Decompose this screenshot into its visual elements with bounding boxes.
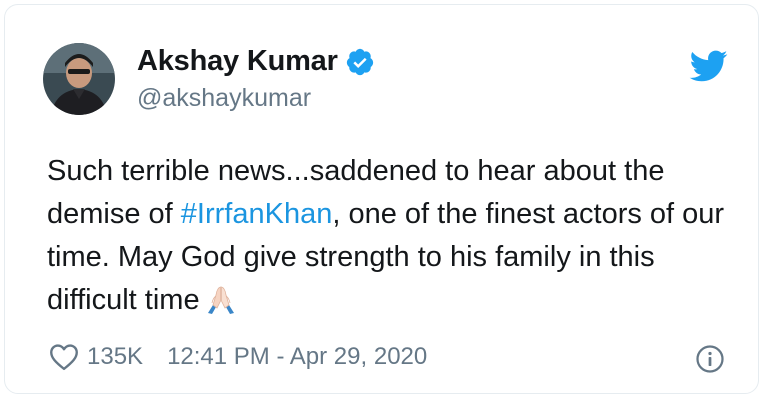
tweet-text: Such terrible news...saddened to hear ab… bbox=[47, 150, 737, 322]
heart-icon[interactable] bbox=[49, 343, 79, 371]
tweet-card[interactable]: Akshay Kumar @akshaykumar Such terrible … bbox=[4, 4, 759, 394]
avatar[interactable] bbox=[43, 43, 115, 115]
author-names: Akshay Kumar @akshaykumar bbox=[137, 45, 375, 113]
name-row: Akshay Kumar bbox=[137, 45, 375, 78]
like-count[interactable]: 135K bbox=[87, 343, 143, 371]
folded-hands-emoji bbox=[207, 286, 234, 314]
tweet-footer: 135K 12:41 PM - Apr 29, 2020 bbox=[49, 343, 427, 371]
tweet-timestamp[interactable]: 12:41 PM - Apr 29, 2020 bbox=[167, 343, 427, 371]
info-icon[interactable] bbox=[695, 344, 725, 374]
hashtag-link[interactable]: #IrrfanKhan bbox=[181, 198, 333, 230]
twitter-bird-icon[interactable] bbox=[688, 49, 728, 83]
verified-badge-icon bbox=[346, 48, 373, 75]
author-display-name[interactable]: Akshay Kumar bbox=[137, 45, 338, 78]
author-handle[interactable]: @akshaykumar bbox=[137, 84, 375, 113]
tweet-header: Akshay Kumar @akshaykumar bbox=[43, 43, 375, 115]
